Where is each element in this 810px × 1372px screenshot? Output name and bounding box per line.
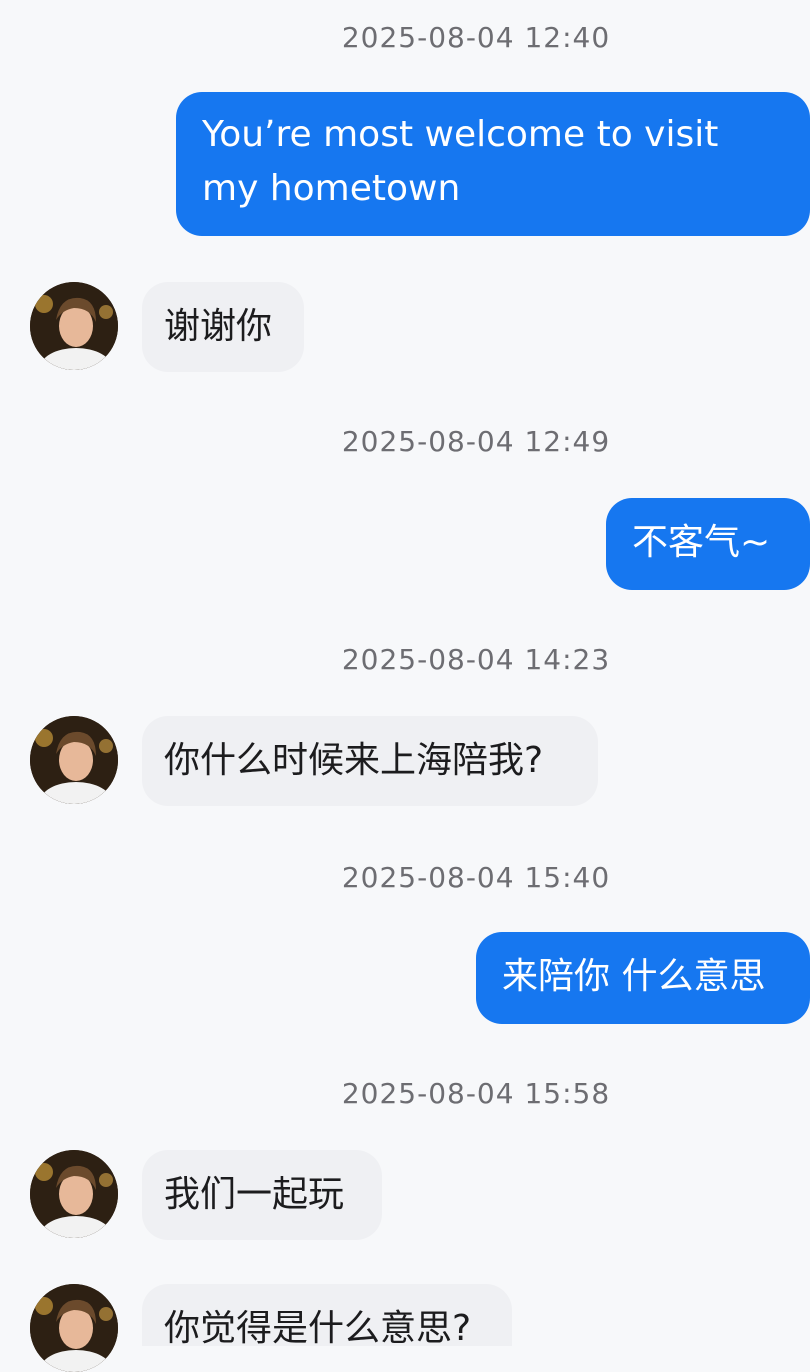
- contact-avatar[interactable]: [30, 1284, 118, 1372]
- contact-avatar-image: [30, 1284, 118, 1372]
- contact-avatar[interactable]: [30, 1150, 118, 1238]
- outgoing-message-bubble[interactable]: 来陪你 什么意思: [476, 932, 810, 1024]
- incoming-message-bubble[interactable]: 你觉得是什么意思?: [142, 1284, 512, 1349]
- message-timestamp: 2025-08-04 14:23: [341, 643, 611, 676]
- message-timestamp: 2025-08-04 15:40: [341, 861, 611, 894]
- incoming-message-bubble[interactable]: 谢谢你: [142, 282, 304, 372]
- message-timestamp: 2025-08-04 15:58: [341, 1077, 611, 1110]
- message-timestamp: 2025-08-04 12:49: [341, 425, 611, 458]
- incoming-message-bubble[interactable]: 你什么时候来上海陪我?: [142, 716, 598, 806]
- chat-thread[interactable]: 2025-08-04 12:40 You’re most welcome to …: [0, 0, 810, 1372]
- outgoing-message-bubble[interactable]: You’re most welcome to visit my hometown: [176, 92, 810, 236]
- contact-avatar-image: [30, 716, 118, 804]
- contact-avatar[interactable]: [30, 282, 118, 370]
- contact-avatar-image: [30, 1150, 118, 1238]
- message-timestamp: 2025-08-04 12:40: [341, 21, 611, 54]
- contact-avatar[interactable]: [30, 716, 118, 804]
- outgoing-message-bubble[interactable]: 不客气~: [606, 498, 810, 590]
- incoming-message-bubble[interactable]: 我们一起玩: [142, 1150, 382, 1240]
- contact-avatar-image: [30, 282, 118, 370]
